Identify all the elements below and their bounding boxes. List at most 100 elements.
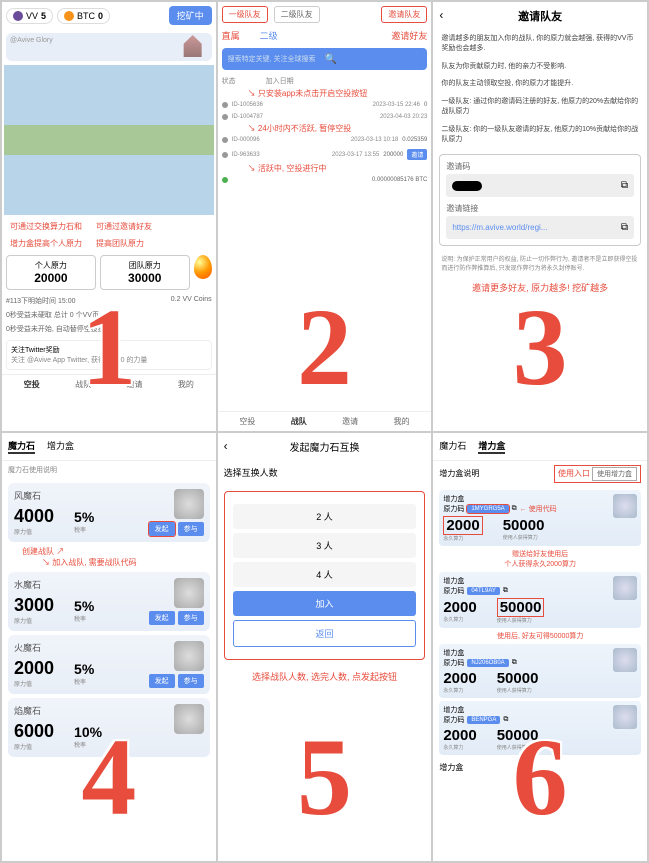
mining-button[interactable]: 挖矿中 xyxy=(169,6,212,25)
tab-mine[interactable]: 我的 xyxy=(394,416,410,427)
copy-icon[interactable]: ⧉ xyxy=(512,505,517,513)
tab-level1[interactable]: 一级队友 xyxy=(222,6,268,23)
use-entry: 使用入口使用增力盒 xyxy=(554,465,641,483)
building-icon xyxy=(178,35,208,57)
stone-pct-label: 税率 xyxy=(74,525,94,534)
code-value: 04TL9AY xyxy=(467,587,500,595)
stone-help[interactable]: 魔力石使用说明 xyxy=(2,461,216,479)
stone-value: 6000 xyxy=(14,721,54,742)
member-id: ID-1005636 xyxy=(232,102,263,108)
stone-pct-label: 税率 xyxy=(74,614,94,623)
btc-symbol: BTC xyxy=(77,11,95,21)
tab-magic-stone[interactable]: 魔力石 xyxy=(8,439,35,454)
v1: 2000 xyxy=(443,516,482,535)
panel-3: ‹ 邀请队友 邀请越多的朋友加入你的战队, 你的原力就会越强, 获得的VV币奖励… xyxy=(432,1,648,432)
tab-second[interactable]: 二级 xyxy=(260,29,278,42)
copy-icon[interactable]: ⧉ xyxy=(621,222,628,233)
cancel-button[interactable]: 返回 xyxy=(233,620,417,647)
stone-image xyxy=(174,641,204,671)
box-help[interactable]: 增力盒说明 xyxy=(439,468,479,479)
copy-icon[interactable]: ⧉ xyxy=(621,180,628,191)
status-dot xyxy=(222,137,228,143)
join-button[interactable]: 参与 xyxy=(178,611,204,625)
back-button[interactable]: ‹ xyxy=(439,8,443,22)
panel-5: ‹发起魔力石互换 选择互换人数 2 人 3 人 4 人 加入 返回 选择战队人数… xyxy=(217,432,433,863)
code-label: 原力码 xyxy=(443,586,464,596)
tab-mine[interactable]: 我的 xyxy=(178,379,194,390)
card-title: 增力盒 xyxy=(443,494,637,504)
code-label: 邀请码 xyxy=(446,161,634,172)
copy-icon[interactable]: ⧉ xyxy=(503,587,508,595)
col-date: 加入日期 xyxy=(266,76,294,86)
stone-card: 风魔石 4000原力值5%税率 发起参与 xyxy=(8,483,210,542)
team-search[interactable]: 搜索特定关键, 关注全球搜索🔍 xyxy=(222,48,428,70)
option-4[interactable]: 4 人 xyxy=(233,562,417,587)
invite-label: 邀请好友 xyxy=(391,29,427,42)
world-map[interactable] xyxy=(4,65,214,215)
member-num: 0 xyxy=(424,102,427,108)
l1: 永久算力 xyxy=(443,535,482,542)
member-num: 200000 xyxy=(383,152,403,158)
create-button[interactable]: 发起 xyxy=(149,522,175,536)
status-dot xyxy=(222,177,228,183)
stone-value-label: 原力值 xyxy=(14,616,54,625)
tab-level2[interactable]: 二级队友 xyxy=(274,6,320,23)
tab-magic-stone[interactable]: 魔力石 xyxy=(439,439,466,454)
tab-direct[interactable]: 直属 xyxy=(222,29,240,42)
stone-image xyxy=(174,489,204,519)
search-bar[interactable]: @Avive Glory xyxy=(6,33,212,61)
member-row: ID-0000962023-03-13 10:180.025359 xyxy=(218,134,432,146)
anno-1d: 提高团队原力 xyxy=(92,236,148,251)
option-3[interactable]: 3 人 xyxy=(233,533,417,558)
l1: 永久算力 xyxy=(443,687,476,694)
panel-number-5: 5 xyxy=(297,714,352,841)
copy-icon[interactable]: ⧉ xyxy=(512,659,517,667)
tab-team[interactable]: 战队 xyxy=(291,416,307,427)
join-button[interactable]: 加入 xyxy=(233,591,417,616)
invite-friends-button[interactable]: 邀请队友 xyxy=(381,6,427,23)
v1: 2000 xyxy=(443,599,476,616)
member-row: ID-9636332023-03-17 13:55200000邀请 xyxy=(218,146,432,163)
card-title: 增力盒 xyxy=(443,705,637,715)
card-title: 增力盒 xyxy=(443,648,637,658)
option-2[interactable]: 2 人 xyxy=(233,504,417,529)
use-box-button[interactable]: 使用增力盒 xyxy=(592,467,637,481)
link-label: 邀请链接 xyxy=(446,203,634,214)
tab-airdrop[interactable]: 空投 xyxy=(24,379,40,390)
tab-power-box[interactable]: 增力盒 xyxy=(478,439,505,454)
code-value: BENPGA xyxy=(467,716,500,724)
search-placeholder: @Avive Glory xyxy=(10,37,53,44)
copy-icon[interactable]: ⧉ xyxy=(503,716,508,724)
tab-power-box[interactable]: 增力盒 xyxy=(47,439,74,454)
create-button[interactable]: 发起 xyxy=(149,611,175,625)
stone-value-label: 原力值 xyxy=(14,679,54,688)
team-tabs: 一级队友 二级队友 邀请队友 xyxy=(218,2,432,27)
btc-icon xyxy=(64,11,74,21)
vv-symbol: VV xyxy=(26,11,38,21)
stone-tabs: 魔力石 增力盒 xyxy=(2,433,216,461)
member-num: 0.00000085176 BTC xyxy=(372,177,427,183)
join-button[interactable]: 参与 xyxy=(178,674,204,688)
back-button[interactable]: ‹ xyxy=(224,439,228,453)
code-value: NJ206OB0A xyxy=(467,659,508,667)
vv-icon xyxy=(13,11,23,21)
box-image xyxy=(613,494,637,518)
l1: 永久算力 xyxy=(443,744,476,751)
sub-tabs: 直属 二级 邀请好友 xyxy=(218,27,432,44)
invite-button[interactable]: 邀请 xyxy=(407,149,427,160)
tab-airdrop[interactable]: 空投 xyxy=(239,416,255,427)
member-date: 2023-03-15 22:46 xyxy=(373,102,420,108)
tab-invite[interactable]: 邀请 xyxy=(342,416,358,427)
code-redacted xyxy=(452,181,482,191)
status-dot xyxy=(222,152,228,158)
panel-6: 魔力石 增力盒 增力盒说明 使用入口使用增力盒 增力盒 原力码1MYGRG5A⧉… xyxy=(432,432,648,863)
vv-balance[interactable]: VV 5 xyxy=(6,8,53,24)
join-button[interactable]: 参与 xyxy=(178,522,204,536)
v1: 2000 xyxy=(443,670,476,687)
footer-note: 说明: 为保护正常用户的权益, 防止一切作弊行为, 邀请者不是立即获得空投而进行… xyxy=(433,252,647,277)
stone-pct: 5% xyxy=(74,661,94,677)
btc-balance[interactable]: BTC 0 xyxy=(57,8,110,24)
link-text: https://m.avive.world/regi... xyxy=(452,223,547,232)
stone-image xyxy=(174,704,204,734)
create-button[interactable]: 发起 xyxy=(149,674,175,688)
